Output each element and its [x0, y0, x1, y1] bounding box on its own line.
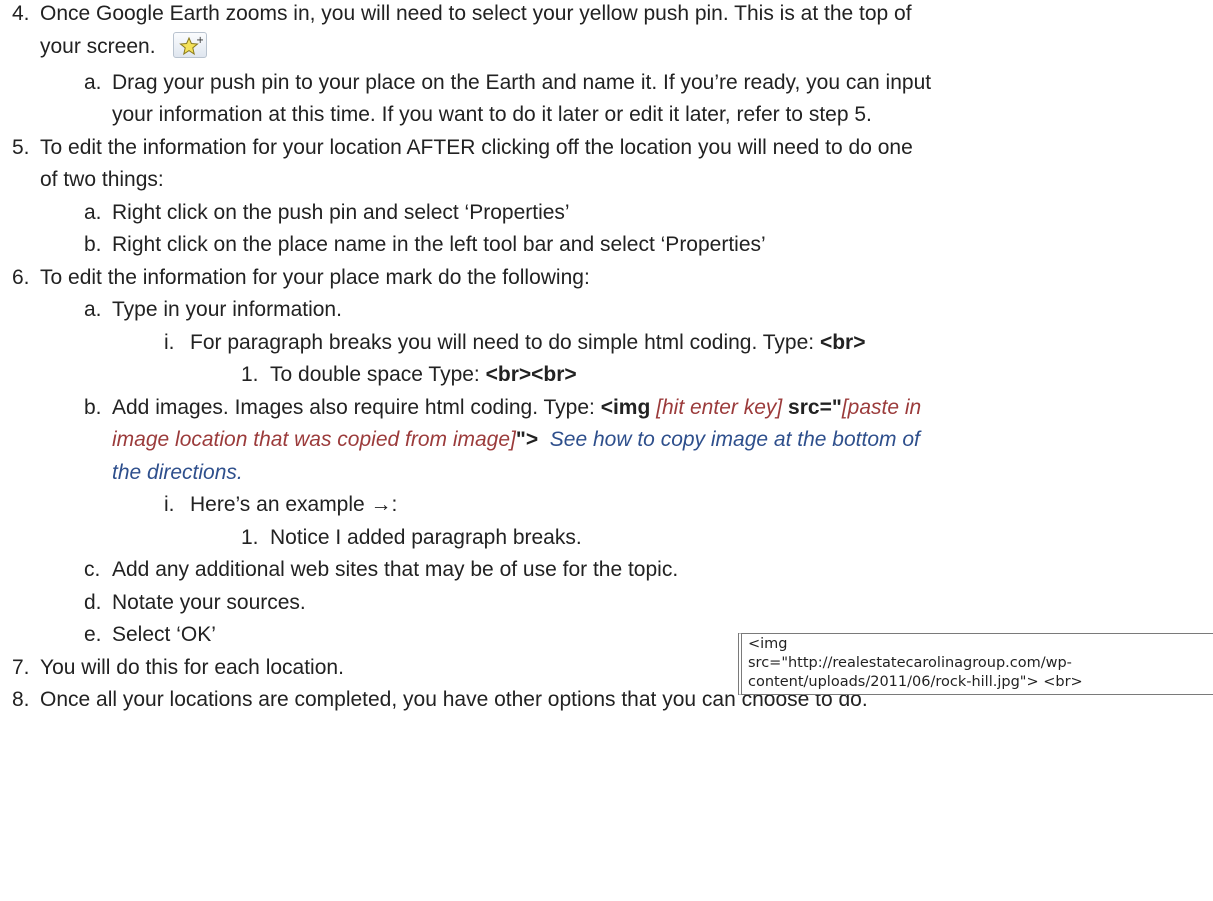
- code-snippet: <br><br>: [485, 363, 577, 386]
- step-5: 5. To edit the information for your loca…: [12, 135, 913, 159]
- example-line: src="http://realestatecarolinagroup.com/…: [748, 655, 1072, 671]
- document-page: 4. Once Google Earth zooms in, you will …: [0, 0, 1213, 901]
- step-number: 4.: [12, 2, 30, 25]
- arrow-right-icon: →: [370, 493, 392, 516]
- step-6b-cont: image location that was copied from imag…: [0, 424, 1213, 457]
- hint-text: [paste in: [841, 395, 922, 419]
- step-4a: a. Drag your push pin to your place on t…: [84, 70, 932, 94]
- svg-text:+: +: [196, 35, 203, 46]
- code-snippet: src=": [788, 395, 842, 419]
- step-text: Once Google Earth zooms in, you will nee…: [40, 2, 912, 25]
- step-5a: a. Right click on the push pin and selec…: [84, 200, 570, 224]
- example-line: <img: [748, 636, 788, 652]
- add-placemark-icon: +: [179, 35, 203, 56]
- step-6c: c. Add any additional web sites that may…: [84, 558, 679, 581]
- code-snippet: <img: [600, 395, 651, 419]
- step-6d: d. Notate your sources.: [84, 590, 306, 614]
- html-example-box: <img src="http://realestatecarolinagroup…: [738, 633, 1213, 695]
- code-snippet: <br>: [819, 330, 866, 354]
- step-6b: b. Add images. Images also require html …: [84, 395, 922, 419]
- note-text: See how to copy image at the bottom of: [549, 428, 920, 451]
- step-4a-cont: your information at this time. If you wa…: [112, 103, 872, 126]
- step-6: 6. To edit the information for your plac…: [12, 265, 590, 289]
- add-placemark-button[interactable]: +: [173, 31, 208, 58]
- step-6a: a. Type in your information.: [84, 298, 342, 321]
- hint-text: image location that was copied from imag…: [112, 428, 516, 451]
- step-6a-i: i. For paragraph breaks you will need to…: [164, 330, 866, 354]
- step-6b-cont2: the directions.: [0, 457, 1213, 490]
- step-5-cont: of two things:: [40, 168, 164, 191]
- code-snippet: ">: [515, 428, 539, 451]
- step-6b-i: i. Here’s an example →:: [164, 493, 398, 516]
- step-6a-i-1: 1. To double space Type: <br><br>: [241, 363, 577, 386]
- step-4-cont: your screen. +: [0, 31, 1213, 67]
- example-line: content/uploads/2011/06/rock-hill.jpg"> …: [748, 674, 1083, 690]
- step-5b: b. Right click on the place name in the …: [84, 233, 766, 256]
- hint-text: [hit enter key]: [650, 395, 789, 419]
- note-text: the directions.: [112, 460, 243, 484]
- step-6b-i-1: 1. Notice I added paragraph breaks.: [241, 525, 582, 549]
- step-text: your screen.: [40, 34, 156, 58]
- step-4: 4. Once Google Earth zooms in, you will …: [0, 0, 1213, 31]
